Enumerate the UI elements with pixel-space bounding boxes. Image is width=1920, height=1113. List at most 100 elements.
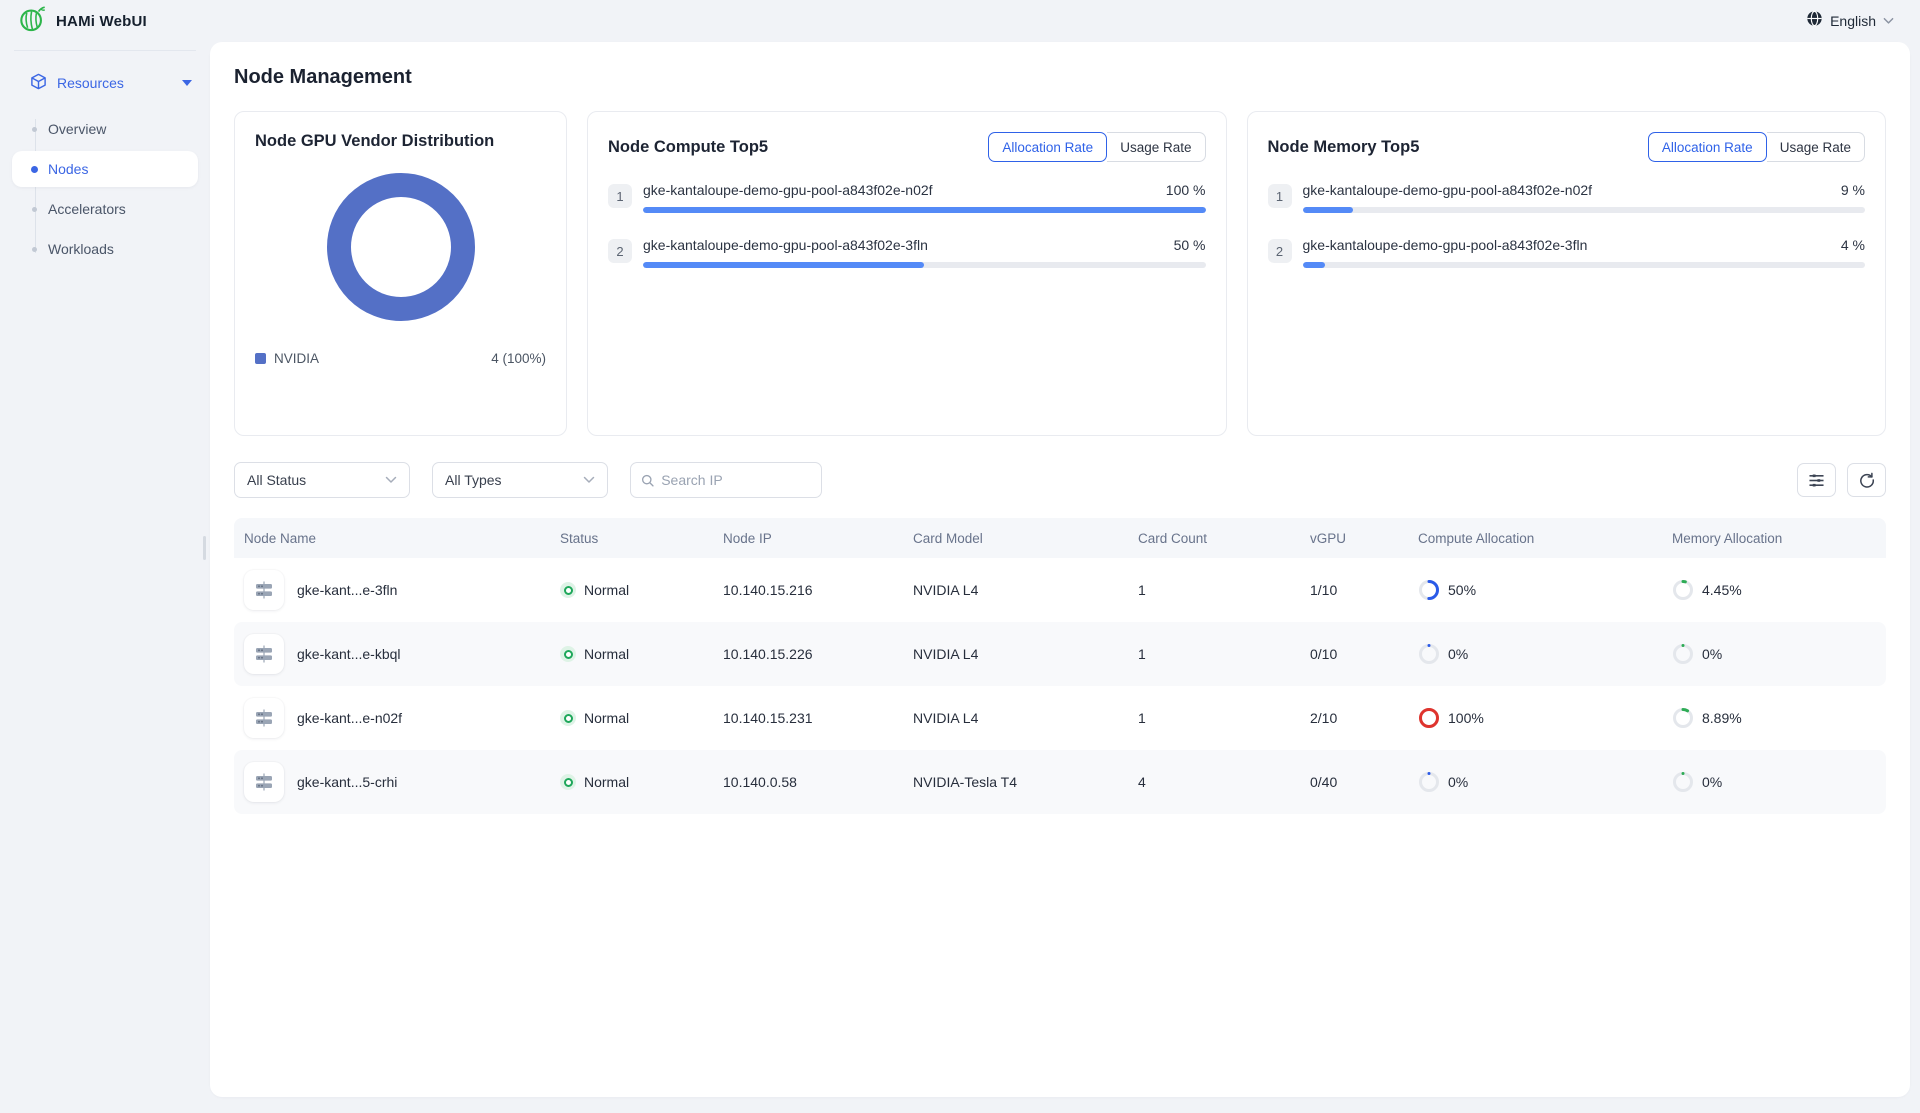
refresh-button[interactable] [1847,463,1886,497]
col-status: Status [550,531,713,546]
usage-rate-tab[interactable]: Usage Rate [1767,132,1865,162]
compute-allocation-value: 0% [1448,646,1468,662]
col-node-ip: Node IP [713,531,903,546]
sidebar-group-label: Resources [57,75,124,91]
node-ip: 10.140.15.226 [713,646,903,662]
top5-row: 2 gke-kantaloupe-demo-gpu-pool-a843f02e-… [1268,237,1866,268]
memory-allocation-ring [1672,579,1694,601]
legend-value: 4 (100%) [491,351,546,366]
col-memory-allocation: Memory Allocation [1662,531,1886,546]
cube-icon [30,73,47,93]
sidebar-item-label: Workloads [48,241,114,257]
rank-badge: 2 [608,239,632,263]
card-count: 1 [1128,646,1300,662]
progress-bar [1303,207,1866,213]
status-filter-value: All Status [247,472,306,488]
brand: HAMi WebUI [18,5,147,38]
sidebar-item-nodes[interactable]: Nodes [12,151,198,187]
allocation-rate-tab[interactable]: Allocation Rate [1648,132,1767,162]
rank-badge: 1 [608,184,632,208]
hami-logo-icon [18,5,46,38]
sidebar-group-resources[interactable]: Resources [0,65,210,101]
node-ip: 10.140.15.216 [713,582,903,598]
memory-allocation-ring [1672,771,1694,793]
node-server-icon [244,762,284,802]
nav-dot [32,207,37,212]
app-title: HAMi WebUI [56,13,147,30]
column-settings-icon [1808,473,1825,488]
rank-badge: 1 [1268,184,1292,208]
top-bar: HAMi WebUI English [0,0,1920,42]
percent-value: 9 % [1841,182,1865,198]
top5-row: 1 gke-kantaloupe-demo-gpu-pool-a843f02e-… [1268,182,1866,213]
status-normal-icon [560,774,576,790]
percent-value: 50 % [1174,237,1206,253]
card-count: 1 [1128,710,1300,726]
vendor-card-title: Node GPU Vendor Distribution [255,132,546,151]
node-name: gke-kantaloupe-demo-gpu-pool-a843f02e-n0… [1303,182,1593,198]
vendor-distribution-card: Node GPU Vendor Distribution NVIDIA 4 (1… [234,111,567,436]
vendor-donut-chart [327,173,475,321]
filter-bar: All Status All Types [234,462,1886,498]
rank-badge: 2 [1268,239,1292,263]
usage-rate-tab[interactable]: Usage Rate [1107,132,1205,162]
memory-rate-toggle: Allocation Rate Usage Rate [1648,132,1865,162]
compute-card-title: Node Compute Top5 [608,138,768,157]
nav-dot [31,166,38,173]
node-name: gke-kantaloupe-demo-gpu-pool-a843f02e-3f… [1303,237,1588,253]
compute-allocation-ring [1418,707,1440,729]
table-row[interactable]: gke-kant...e-kbql Normal 10.140.15.226 N… [234,622,1886,686]
node-name: gke-kant...e-kbql [297,646,401,662]
search-icon [641,473,654,488]
sidebar-resize-handle[interactable] [203,536,206,560]
sidebar-item-overview[interactable]: Overview [12,111,198,147]
status-label: Normal [584,774,629,790]
nodes-table: Node Name Status Node IP Card Model Card… [234,518,1886,814]
sidebar-item-accelerators[interactable]: Accelerators [12,191,198,227]
node-name: gke-kantaloupe-demo-gpu-pool-a843f02e-3f… [643,237,928,253]
col-card-count: Card Count [1128,531,1300,546]
chevron-down-icon [385,476,397,484]
legend-label: NVIDIA [274,351,319,366]
allocation-rate-tab[interactable]: Allocation Rate [988,132,1107,162]
language-selector[interactable]: English [1806,10,1894,32]
memory-allocation-value: 0% [1702,774,1722,790]
type-filter-select[interactable]: All Types [432,462,608,498]
col-node-name: Node Name [234,531,550,546]
memory-allocation-ring [1672,643,1694,665]
vendor-legend: NVIDIA 4 (100%) [255,351,546,366]
status-filter-select[interactable]: All Status [234,462,410,498]
search-input[interactable] [661,472,811,488]
sidebar-item-label: Overview [48,121,106,137]
card-model: NVIDIA L4 [903,710,1128,726]
nav-dot [32,127,37,132]
node-server-icon [244,570,284,610]
memory-allocation-value: 4.45% [1702,582,1742,598]
top5-row: 1 gke-kantaloupe-demo-gpu-pool-a843f02e-… [608,182,1206,213]
compute-top5-card: Node Compute Top5 Allocation Rate Usage … [587,111,1227,436]
col-compute-allocation: Compute Allocation [1408,531,1662,546]
table-row[interactable]: gke-kant...e-n02f Normal 10.140.15.231 N… [234,686,1886,750]
chevron-down-icon [583,476,595,484]
compute-allocation-value: 50% [1448,582,1476,598]
type-filter-value: All Types [445,472,502,488]
column-settings-button[interactable] [1797,463,1836,497]
sidebar-item-workloads[interactable]: Workloads [12,231,198,267]
memory-allocation-value: 0% [1702,646,1722,662]
table-row[interactable]: gke-kant...5-crhi Normal 10.140.0.58 NVI… [234,750,1886,814]
card-count: 1 [1128,582,1300,598]
node-name: gke-kantaloupe-demo-gpu-pool-a843f02e-n0… [643,182,933,198]
progress-bar [643,262,1206,268]
progress-bar [1303,262,1866,268]
node-ip: 10.140.0.58 [713,774,903,790]
table-row[interactable]: gke-kant...e-3fln Normal 10.140.15.216 N… [234,558,1886,622]
table-header: Node Name Status Node IP Card Model Card… [234,518,1886,558]
memory-card-title: Node Memory Top5 [1268,138,1420,157]
memory-allocation-ring [1672,707,1694,729]
refresh-icon [1859,472,1875,488]
compute-allocation-ring [1418,579,1440,601]
vgpu-value: 0/10 [1300,646,1408,662]
chevron-down-icon [1883,12,1894,30]
percent-value: 4 % [1841,237,1865,253]
vgpu-value: 1/10 [1300,582,1408,598]
